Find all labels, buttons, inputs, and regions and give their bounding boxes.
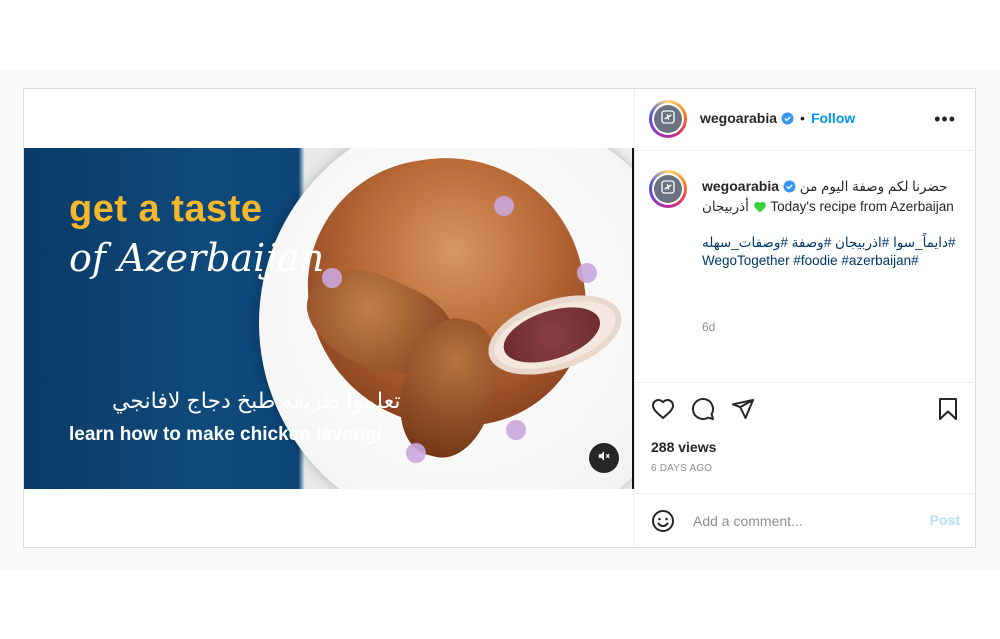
caption-area: wegoarabia حضرنا لكم وصفة اليوم من أذربي…: [635, 150, 976, 383]
caption-username[interactable]: wegoarabia: [702, 178, 779, 194]
instagram-post: get a taste of Azerbaijan تعلموا طريقة ط…: [23, 88, 976, 548]
mute-icon: [597, 449, 611, 468]
airplane-logo-icon: [660, 179, 676, 200]
mute-button[interactable]: [589, 443, 619, 473]
airplane-logo-icon: [660, 109, 676, 130]
green-heart-icon: [753, 199, 767, 214]
comment-button[interactable]: [690, 397, 716, 426]
separator-dot: •: [800, 110, 805, 126]
flower-decoration: [406, 443, 426, 463]
verified-badge-icon: [781, 112, 794, 130]
share-icon: [731, 397, 755, 426]
video-arabic-subtitle: تعلموا طريقة طبخ دجاج لافانجي: [112, 388, 401, 413]
avatar[interactable]: [649, 100, 687, 138]
caption-english: Today's recipe from Azerbaijan: [770, 199, 954, 214]
caption-avatar[interactable]: [649, 170, 687, 208]
flower-decoration: [506, 420, 526, 440]
post-media: get a taste of Azerbaijan تعلموا طريقة ط…: [24, 89, 635, 547]
video-player[interactable]: get a taste of Azerbaijan تعلموا طريقة ط…: [24, 148, 634, 489]
share-button[interactable]: [730, 398, 756, 424]
post-header: wegoarabia • Follow •••: [635, 89, 976, 151]
post-sidebar: wegoarabia • Follow ••• wegoarabia حضرنا…: [634, 89, 976, 547]
post-actions: 288 views 6 DAYS AGO: [635, 383, 976, 494]
comment-bar: Post: [635, 494, 976, 547]
more-options-icon[interactable]: •••: [934, 109, 956, 130]
video-title-line1: get a taste: [69, 188, 263, 230]
flower-decoration: [494, 196, 514, 216]
comment-input[interactable]: [691, 509, 915, 533]
heart-icon: [651, 398, 675, 425]
caption-hashtags[interactable]: #دايماً_سوا #اذربيجان #وصفة #وصفات_سهله …: [702, 234, 960, 270]
flower-decoration: [322, 268, 342, 288]
verified-badge-icon: [783, 180, 796, 198]
post-comment-button[interactable]: Post: [930, 512, 960, 528]
post-timestamp[interactable]: 6 DAYS AGO: [651, 463, 712, 474]
save-button[interactable]: [935, 397, 961, 426]
bookmark-icon: [937, 397, 959, 426]
flower-decoration: [577, 263, 597, 283]
follow-button[interactable]: Follow: [811, 110, 855, 126]
emoji-button[interactable]: [651, 509, 675, 538]
username-link[interactable]: wegoarabia: [700, 110, 777, 126]
comment-icon: [691, 397, 715, 426]
like-button[interactable]: [650, 398, 676, 424]
video-title-line2: of Azerbaijan: [69, 236, 325, 280]
caption-age: 6d: [702, 320, 716, 334]
views-count[interactable]: 288 views: [651, 439, 716, 455]
emoji-icon: [651, 510, 675, 537]
caption-text: wegoarabia حضرنا لكم وصفة اليوم من أذربي…: [702, 177, 960, 270]
video-subtitle: learn how to make chicken lavangi: [69, 424, 382, 445]
